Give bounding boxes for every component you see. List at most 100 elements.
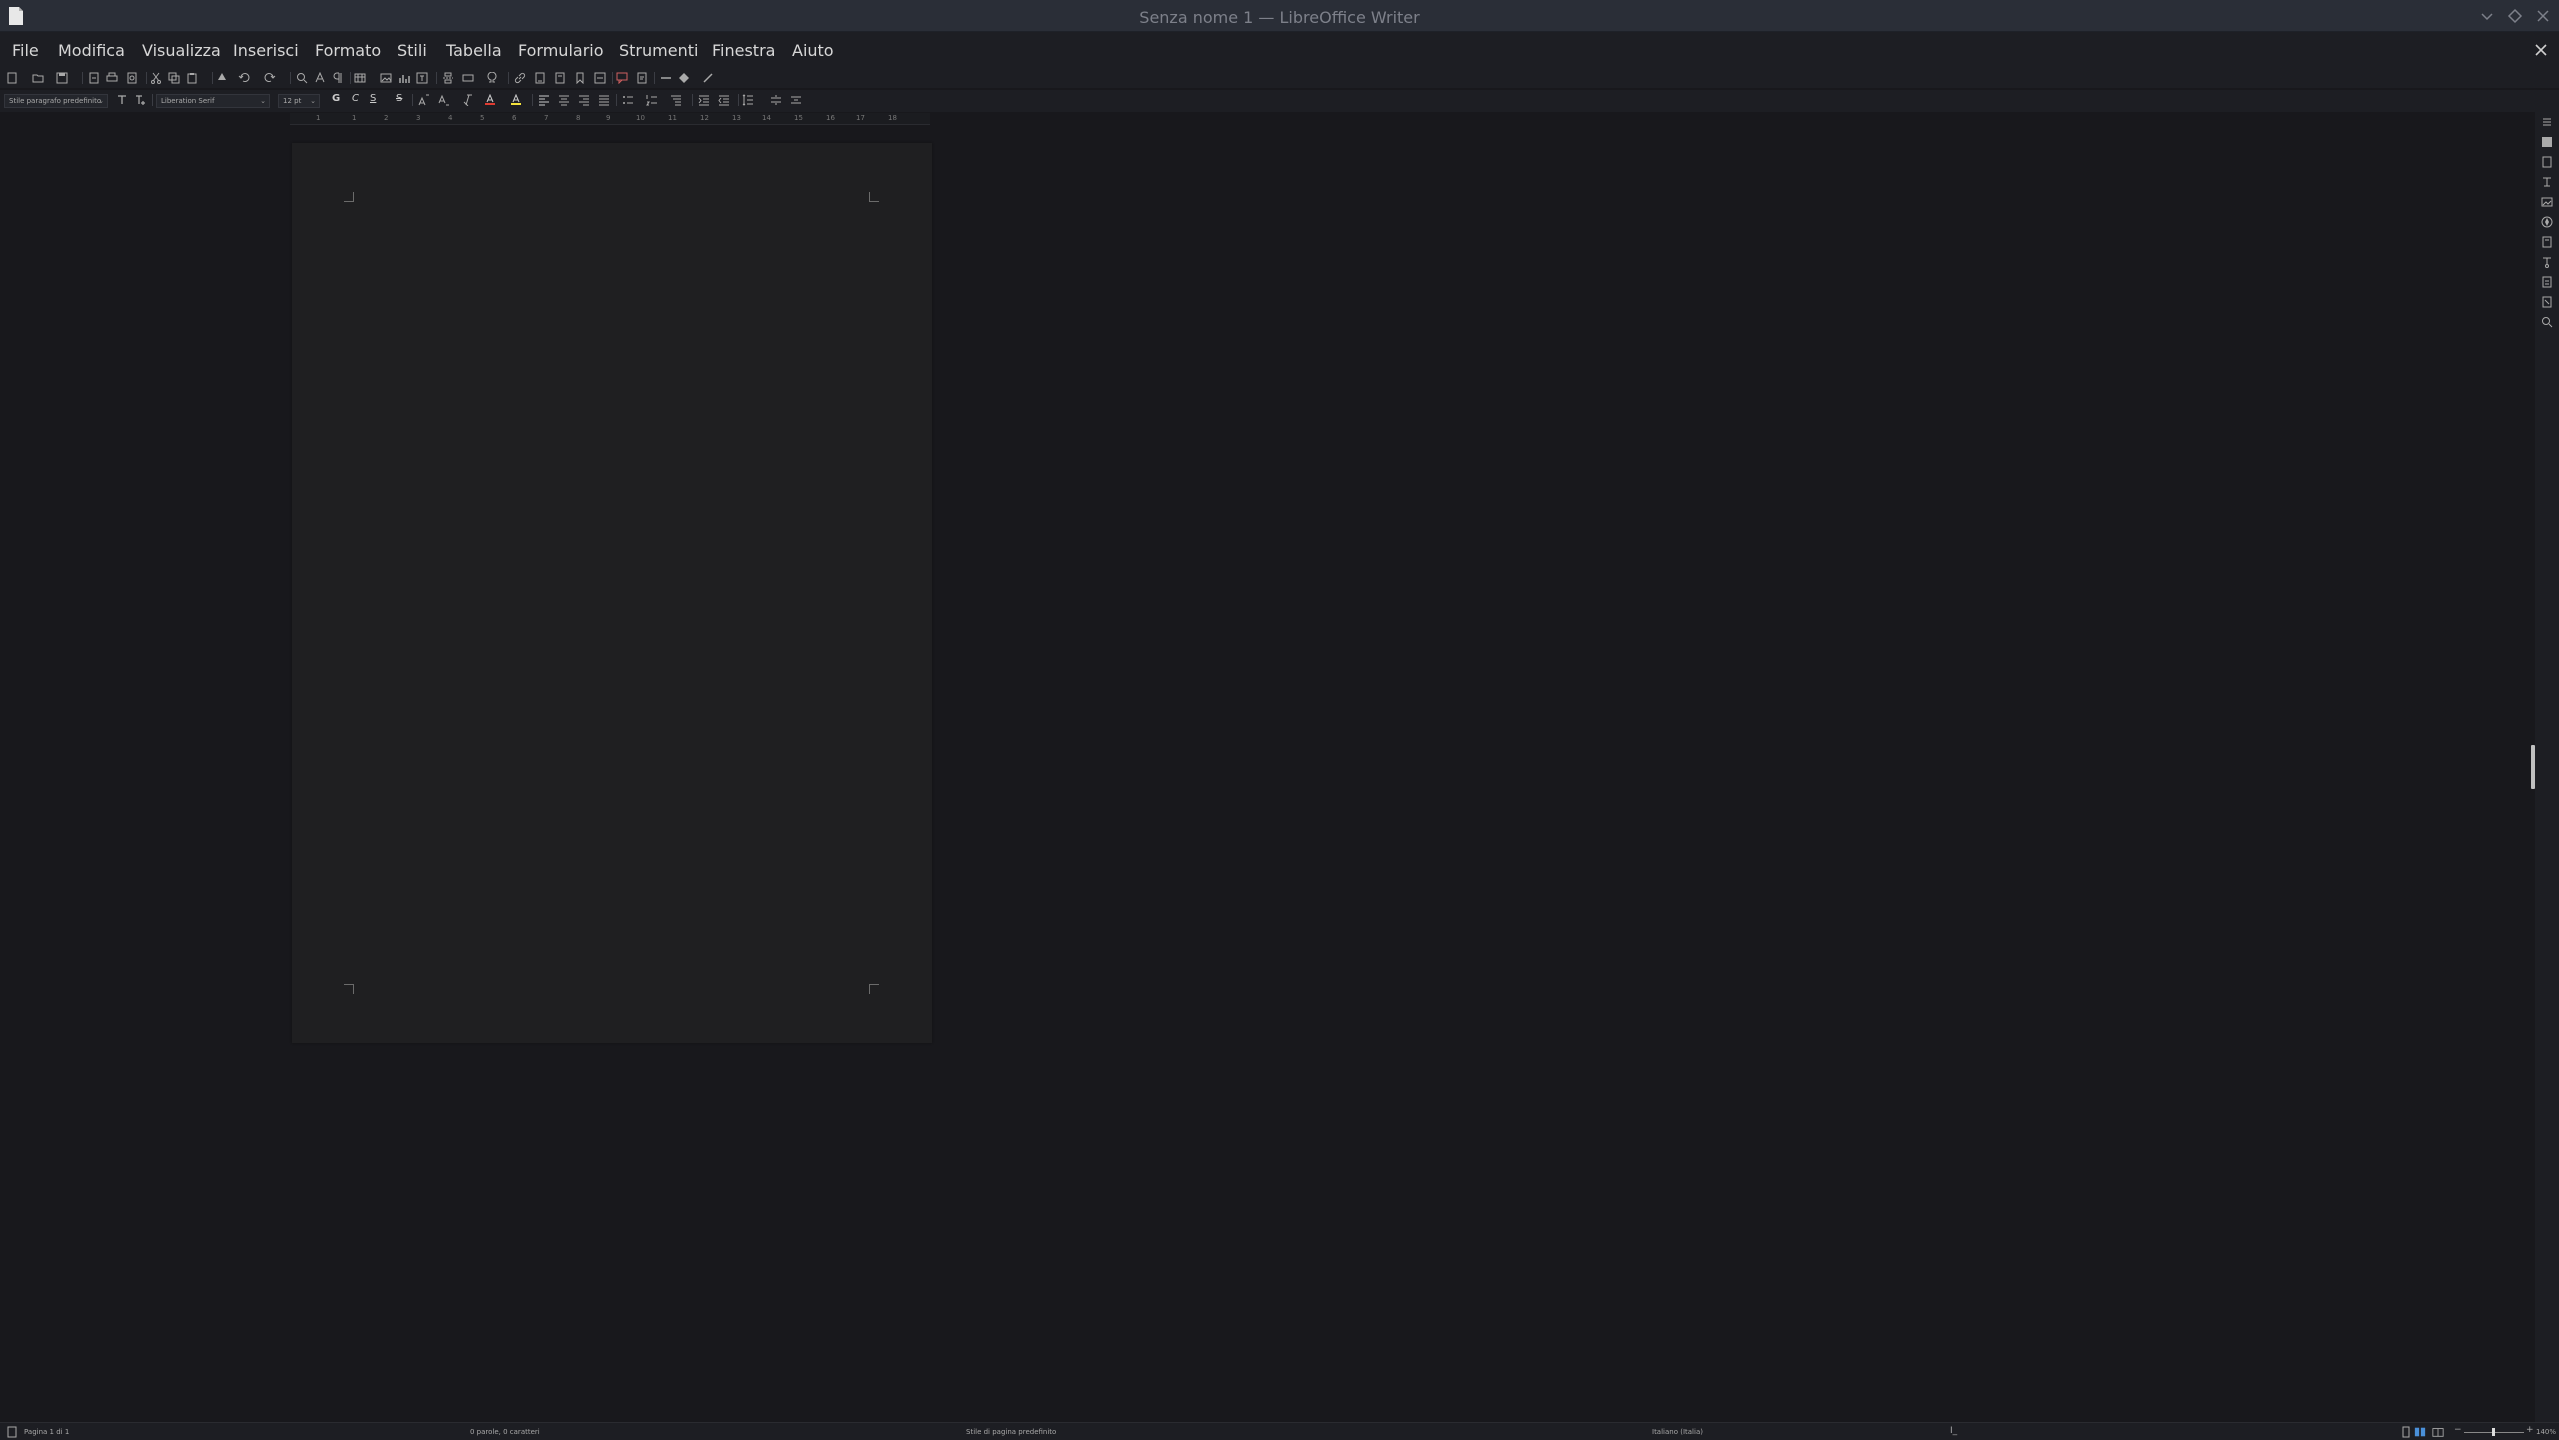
basic-shapes-icon[interactable] bbox=[678, 72, 690, 84]
design-icon[interactable] bbox=[2541, 296, 2553, 308]
print-icon[interactable] bbox=[106, 72, 118, 84]
superscript-icon[interactable] bbox=[418, 94, 430, 106]
spelling-icon[interactable] bbox=[314, 72, 326, 84]
menu-modifica[interactable]: Modifica bbox=[58, 41, 125, 60]
menu-visualizza[interactable]: Visualizza bbox=[142, 41, 221, 60]
increase-paragraph-spacing-icon[interactable] bbox=[770, 94, 782, 106]
find-replace-icon[interactable] bbox=[296, 72, 308, 84]
page-count[interactable]: Pagina 1 di 1 bbox=[24, 1428, 69, 1436]
sidebar-menu-icon[interactable] bbox=[2541, 116, 2553, 128]
insert-page-break-icon[interactable] bbox=[442, 72, 454, 84]
copy-icon[interactable] bbox=[168, 72, 180, 84]
redo-icon[interactable] bbox=[264, 72, 276, 84]
align-right-icon[interactable] bbox=[578, 94, 590, 106]
insert-bookmark-icon[interactable] bbox=[574, 72, 586, 84]
menu-aiuto[interactable]: Aiuto bbox=[792, 41, 834, 60]
bold-button[interactable]: G bbox=[332, 93, 340, 105]
styles-deck-icon[interactable] bbox=[2541, 176, 2553, 188]
zoom-slider-thumb[interactable] bbox=[2492, 1428, 2495, 1436]
insert-chart-icon[interactable] bbox=[398, 72, 410, 84]
paste-icon[interactable] bbox=[186, 72, 198, 84]
new-style-icon[interactable] bbox=[134, 94, 146, 106]
page-deck-icon[interactable] bbox=[2541, 156, 2553, 168]
book-view-icon[interactable] bbox=[2432, 1426, 2446, 1437]
maximize-icon[interactable] bbox=[2504, 5, 2526, 27]
insert-image-icon[interactable] bbox=[380, 72, 392, 84]
outline-list-icon[interactable] bbox=[670, 94, 682, 106]
insert-footnote-icon[interactable] bbox=[534, 72, 546, 84]
menu-formato[interactable]: Formato bbox=[315, 41, 381, 60]
document-page[interactable] bbox=[292, 143, 932, 1043]
find-sidebar-icon[interactable] bbox=[2541, 316, 2553, 328]
zoom-level[interactable]: 140% bbox=[2536, 1428, 2556, 1436]
subscript-icon[interactable] bbox=[438, 94, 450, 106]
gallery-icon[interactable] bbox=[2541, 196, 2553, 208]
decrease-paragraph-spacing-icon[interactable] bbox=[790, 94, 802, 106]
menu-formulario[interactable]: Formulario bbox=[518, 41, 604, 60]
insert-text-box-icon[interactable] bbox=[416, 72, 428, 84]
font-color-icon[interactable] bbox=[484, 94, 496, 106]
undo-icon[interactable] bbox=[238, 72, 250, 84]
page-style[interactable]: Stile di pagina predefinito bbox=[966, 1428, 1056, 1436]
strikethrough-button[interactable]: S bbox=[396, 93, 402, 105]
align-left-icon[interactable] bbox=[538, 94, 550, 106]
insert-line-icon[interactable] bbox=[660, 72, 672, 84]
show-draw-functions-icon[interactable] bbox=[702, 72, 714, 84]
minimize-icon[interactable] bbox=[2476, 5, 2498, 27]
language[interactable]: Italiano (Italia) bbox=[1652, 1428, 1703, 1436]
font-name-combo[interactable]: Liberation Serif ⌄ bbox=[156, 94, 270, 108]
zoom-out-icon[interactable]: − bbox=[2454, 1425, 2462, 1435]
zoom-in-icon[interactable]: + bbox=[2526, 1425, 2534, 1435]
highlight-color-icon[interactable] bbox=[510, 94, 522, 106]
menu-tabella[interactable]: Tabella bbox=[446, 41, 502, 60]
ruler-label: 16 bbox=[826, 114, 835, 122]
export-pdf-icon[interactable] bbox=[88, 72, 100, 84]
page-setup-icon[interactable] bbox=[2541, 236, 2553, 248]
menu-stili[interactable]: Stili bbox=[397, 41, 427, 60]
word-count[interactable]: 0 parole, 0 caratteri bbox=[470, 1428, 540, 1436]
line-spacing-icon[interactable] bbox=[742, 94, 754, 106]
menu-inserisci[interactable]: Inserisci bbox=[233, 41, 299, 60]
single-page-view-icon[interactable] bbox=[2400, 1426, 2410, 1438]
update-style-icon[interactable] bbox=[116, 94, 128, 106]
title-bar: Senza nome 1 — LibreOffice Writer bbox=[0, 0, 2559, 32]
track-changes-icon[interactable] bbox=[636, 72, 648, 84]
save-icon[interactable] bbox=[56, 72, 68, 84]
insert-field-icon[interactable] bbox=[462, 72, 474, 84]
underline-button[interactable]: S bbox=[370, 93, 376, 105]
align-center-icon[interactable] bbox=[558, 94, 570, 106]
close-window-icon[interactable] bbox=[2532, 5, 2554, 27]
manage-changes-icon[interactable] bbox=[2541, 276, 2553, 288]
increase-indent-icon[interactable] bbox=[698, 94, 710, 106]
properties-icon[interactable] bbox=[2541, 136, 2553, 148]
menu-finestra[interactable]: Finestra bbox=[712, 41, 775, 60]
menu-strumenti[interactable]: Strumenti bbox=[619, 41, 698, 60]
new-document-icon[interactable] bbox=[6, 72, 18, 84]
formatting-marks-icon[interactable] bbox=[332, 72, 344, 84]
insert-endnote-icon[interactable] bbox=[554, 72, 566, 84]
print-preview-icon[interactable] bbox=[126, 72, 138, 84]
menu-file[interactable]: File bbox=[12, 41, 39, 60]
insert-cross-reference-icon[interactable] bbox=[594, 72, 606, 84]
decrease-indent-icon[interactable] bbox=[718, 94, 730, 106]
insert-special-character-icon[interactable] bbox=[486, 72, 498, 84]
italic-button[interactable]: C bbox=[352, 93, 359, 105]
style-inspector-icon[interactable] bbox=[2541, 256, 2553, 268]
font-size-combo[interactable]: 12 pt ⌄ bbox=[278, 94, 320, 108]
clear-direct-formatting-icon[interactable] bbox=[462, 94, 474, 106]
cut-icon[interactable] bbox=[150, 72, 162, 84]
horizontal-ruler[interactable]: 1 1 2 3 4 5 6 7 8 9 10 11 12 13 14 15 16… bbox=[290, 113, 930, 125]
navigator-icon[interactable] bbox=[2541, 216, 2553, 228]
numbered-list-icon[interactable] bbox=[646, 94, 658, 106]
multi-page-view-icon[interactable] bbox=[2414, 1426, 2428, 1437]
insert-comment-icon[interactable] bbox=[616, 72, 628, 84]
close-document-icon[interactable] bbox=[2531, 40, 2551, 60]
insert-hyperlink-icon[interactable] bbox=[514, 72, 526, 84]
insert-table-icon[interactable] bbox=[354, 72, 366, 84]
paragraph-style-combo[interactable]: Stile paragrafo predefinito ⌄ bbox=[4, 94, 108, 108]
ruler-label: 14 bbox=[762, 114, 771, 122]
justify-icon[interactable] bbox=[598, 94, 610, 106]
clone-formatting-icon[interactable] bbox=[216, 72, 228, 84]
bullet-list-icon[interactable] bbox=[622, 94, 634, 106]
open-icon[interactable] bbox=[32, 72, 44, 84]
